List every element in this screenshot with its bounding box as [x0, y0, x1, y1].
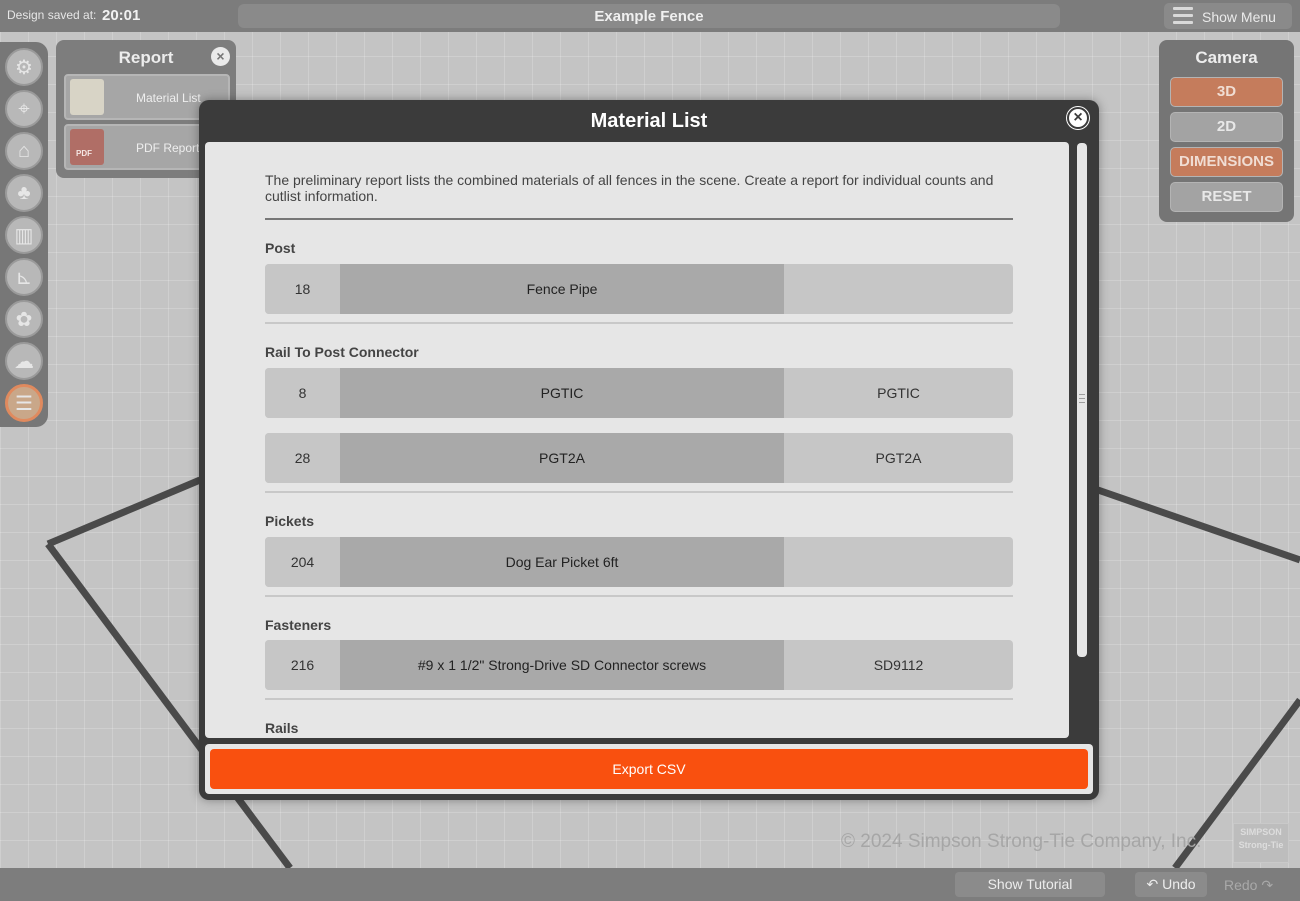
redo-icon: ↷: [1261, 877, 1274, 893]
camera-reset-button[interactable]: RESET: [1170, 182, 1283, 212]
row-qty: 18: [265, 264, 340, 314]
close-icon[interactable]: ×: [1067, 107, 1089, 129]
logo-top-text: SIMPSON: [1240, 827, 1282, 837]
weather-icon: ☁: [14, 350, 34, 373]
show-menu-label: Show Menu: [1202, 9, 1276, 25]
section-label-post: Post: [265, 240, 296, 256]
table-row: 18 Fence Pipe: [265, 264, 1013, 314]
table-row: 8 PGTIC PGTIC: [265, 368, 1013, 418]
hamburger-icon: [1173, 7, 1193, 25]
divider: [265, 595, 1013, 597]
export-bar: Export CSV: [205, 744, 1093, 794]
weather-tool-button[interactable]: ☁: [5, 342, 43, 380]
project-title: Example Fence: [594, 8, 704, 25]
camera-3d-button[interactable]: 3D: [1170, 77, 1283, 107]
intro-text: The preliminary report lists the combine…: [265, 172, 994, 204]
house-tool-button[interactable]: ⌂: [5, 132, 43, 170]
row-qty: 216: [265, 640, 340, 690]
material-list-icon: [70, 79, 104, 115]
saved-label: Design saved at:: [7, 8, 97, 22]
report-item-label: Material List: [136, 91, 201, 105]
divider: [265, 491, 1013, 493]
redo-button[interactable]: Redo ↷: [1224, 877, 1273, 894]
divider: [265, 218, 1013, 220]
export-csv-button[interactable]: Export CSV: [210, 749, 1088, 789]
table-row: 204 Dog Ear Picket 6ft: [265, 537, 1013, 587]
report-panel-title: Report: [118, 48, 174, 67]
house-icon: ⌂: [17, 139, 31, 162]
row-name: Dog Ear Picket 6ft: [340, 537, 784, 587]
show-menu-button[interactable]: Show Menu: [1164, 3, 1292, 29]
section-label-connector: Rail To Post Connector: [265, 344, 419, 360]
logo-bottom-text: Strong-Tie: [1238, 840, 1284, 850]
tree-tool-button[interactable]: ♣: [5, 174, 43, 212]
table-row: 216 #9 x 1 1/2" Strong-Drive SD Connecto…: [265, 640, 1013, 690]
row-name: Fence Pipe: [340, 264, 784, 314]
settings-tool-button[interactable]: ⚙: [5, 48, 43, 86]
row-sku: SD9112: [873, 657, 924, 673]
report-icon: ☰: [15, 392, 33, 415]
simpson-logo: SIMPSON Strong-Tie: [1233, 823, 1289, 863]
report-item-label: PDF Report: [136, 141, 200, 155]
camera-dimensions-button[interactable]: DIMENSIONS: [1170, 147, 1283, 177]
row-qty: 28: [265, 433, 340, 483]
redo-label: Redo: [1224, 877, 1258, 893]
undo-button[interactable]: ↶ Undo: [1135, 872, 1207, 897]
material-list-modal: Material List × The preliminary report l…: [199, 100, 1099, 800]
camera-title: Camera: [1195, 48, 1258, 67]
project-title-field[interactable]: Example Fence: [238, 4, 1060, 28]
row-name: #9 x 1 1/2" Strong-Drive SD Connector sc…: [340, 640, 784, 690]
plant-tool-button[interactable]: ✿: [5, 300, 43, 338]
camera-panel: Camera 3D 2D DIMENSIONS RESET: [1159, 40, 1294, 222]
section-label-fasteners: Fasteners: [265, 617, 332, 633]
report-tool-button[interactable]: ☰: [5, 384, 43, 422]
report-close-icon[interactable]: ×: [211, 47, 230, 66]
pdf-icon: PDF: [70, 129, 104, 165]
divider: [265, 698, 1013, 700]
row-qty: 8: [265, 368, 340, 418]
bottom-bar: Show Tutorial ↶ Undo Redo ↷: [0, 868, 1300, 901]
row-sku: PGT2A: [875, 450, 922, 466]
top-bar: Design saved at: 20:01 Example Fence Sho…: [0, 0, 1300, 32]
bracket-tool-button[interactable]: ⊾: [5, 258, 43, 296]
fence-tool-button[interactable]: ▥: [5, 216, 43, 254]
scrollbar-grip-icon[interactable]: [1079, 394, 1085, 406]
fence-icon: ▥: [14, 224, 34, 247]
copyright-text: © 2024 Simpson Strong-Tie Company, Inc.: [841, 831, 1202, 852]
divider: [265, 322, 1013, 324]
modal-body[interactable]: The preliminary report lists the combine…: [205, 142, 1069, 738]
tree-icon: ♣: [17, 181, 31, 204]
gear-icon: ⚙: [15, 56, 33, 79]
pdf-tag: PDF: [76, 149, 92, 158]
tool-rail: ⚙ ⌖ ⌂ ♣ ▥ ⊾ ✿ ☁ ☰: [0, 42, 48, 427]
row-sku: [784, 264, 1013, 314]
camera-2d-button[interactable]: 2D: [1170, 112, 1283, 142]
section-label-pickets: Pickets: [265, 513, 315, 529]
location-tool-button[interactable]: ⌖: [5, 90, 43, 128]
row-name: PGT2A: [340, 433, 784, 483]
map-pin-icon: ⌖: [18, 97, 30, 120]
row-qty: 204: [265, 537, 340, 587]
row-sku: PGTIC: [877, 385, 920, 401]
modal-title: Material List: [590, 110, 708, 132]
plant-icon: ✿: [15, 308, 33, 331]
bracket-icon: ⊾: [15, 266, 33, 289]
saved-time: 20:01: [102, 7, 141, 24]
undo-label: Undo: [1162, 876, 1196, 892]
show-tutorial-button[interactable]: Show Tutorial: [955, 872, 1105, 897]
table-row: 28 PGT2A PGT2A: [265, 433, 1013, 483]
row-sku: [784, 537, 1013, 587]
undo-icon: ↶: [1146, 876, 1159, 892]
section-label-rails: Rails: [265, 720, 299, 736]
row-name: PGTIC: [340, 368, 784, 418]
